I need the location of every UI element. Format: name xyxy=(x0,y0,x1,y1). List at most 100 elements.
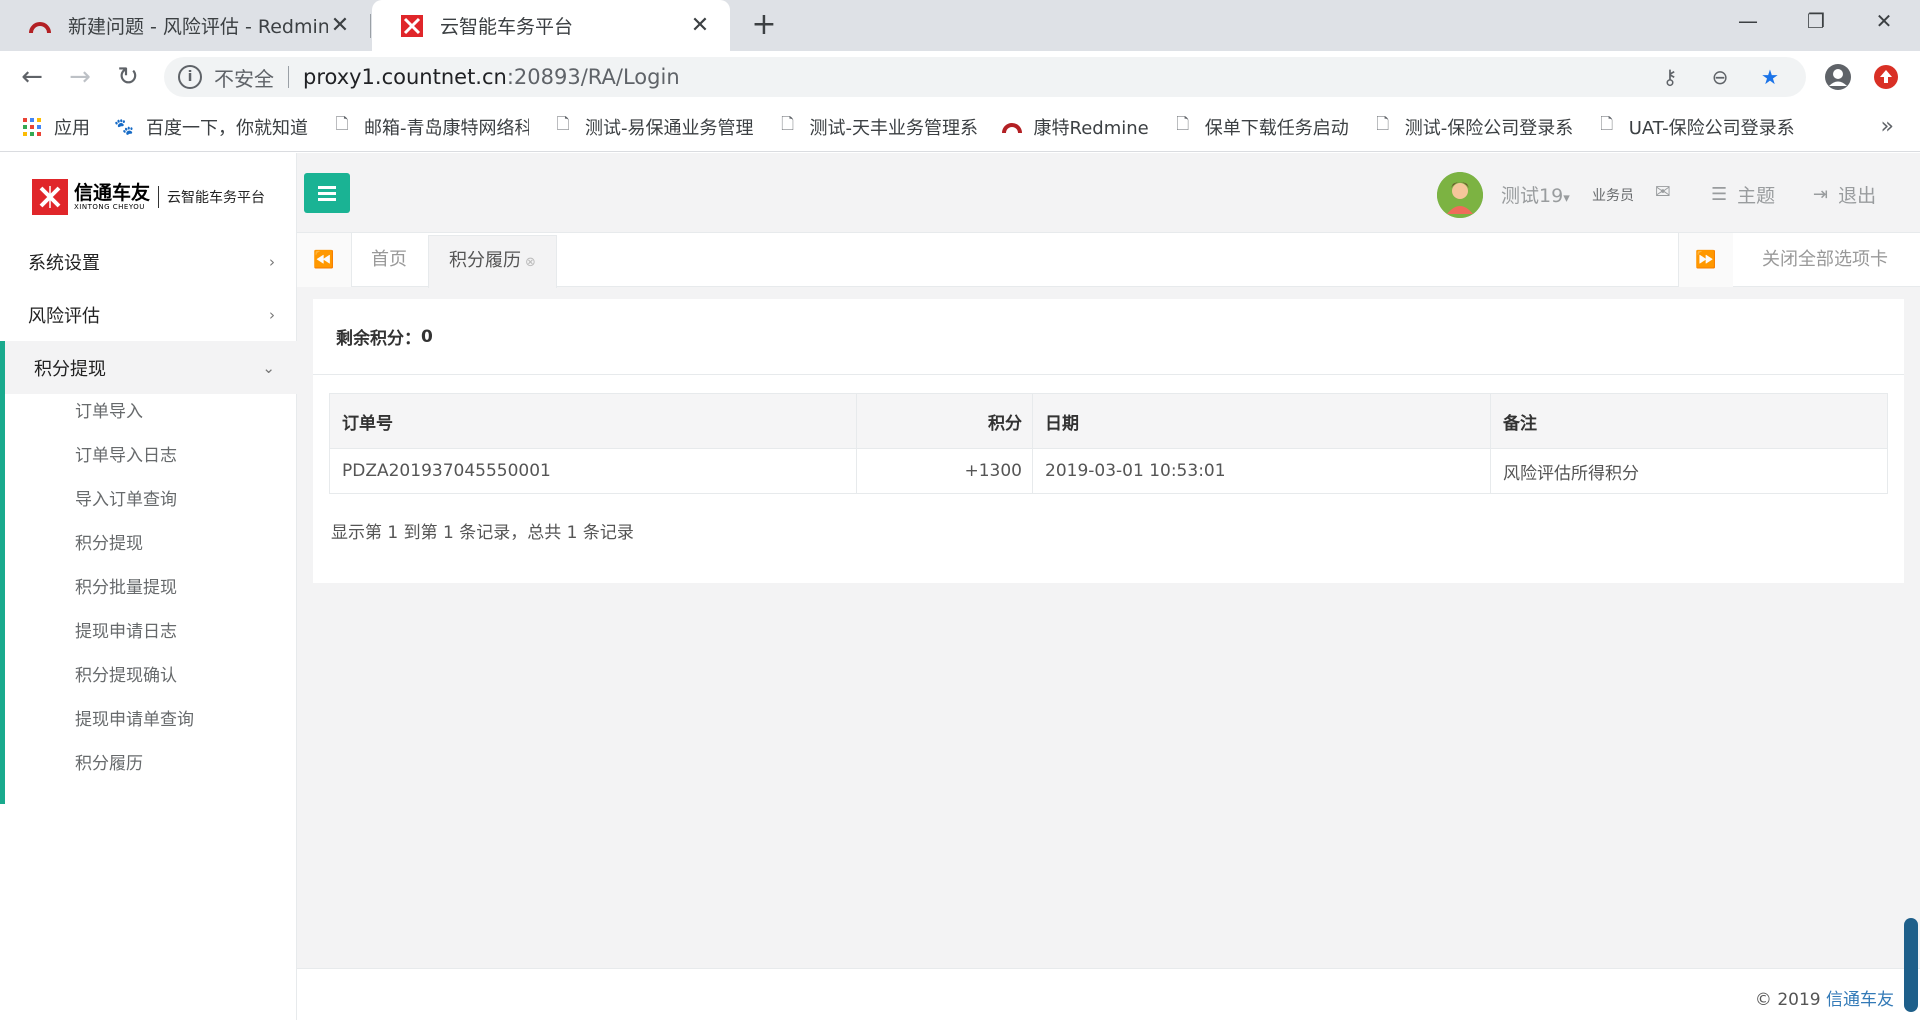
xintong-logo-icon xyxy=(400,14,424,38)
hamburger-icon xyxy=(318,186,336,201)
submenu-withdraw-confirm[interactable]: 积分提现确认 xyxy=(75,661,177,691)
bookmark-uat-insurer[interactable]: 🗋 UAT-保险公司登录系 xyxy=(1597,114,1795,140)
bookmark-label: 保单下载任务启动 xyxy=(1204,117,1349,139)
submenu-order-import-log[interactable]: 订单导入日志 xyxy=(75,441,177,471)
sidebar-item-points-withdraw[interactable]: 积分提现 ⌄ xyxy=(0,341,297,394)
redmine-icon xyxy=(28,14,52,38)
update-icon[interactable] xyxy=(1872,63,1900,91)
bookmark-label: 邮箱-青岛康特网络科 xyxy=(364,117,529,139)
close-tab-icon[interactable]: ⊗ xyxy=(525,255,536,270)
theme-label: 主题 xyxy=(1737,185,1776,207)
submenu-batch-withdraw[interactable]: 积分批量提现 xyxy=(75,573,177,603)
column-note[interactable]: 备注 xyxy=(1490,393,1888,449)
bookmark-label: UAT-保险公司登录系 xyxy=(1628,117,1795,139)
chevron-right-icon: › xyxy=(269,252,275,271)
close-tab-icon[interactable]: ✕ xyxy=(328,13,352,38)
bookmark-yibaotong[interactable]: 🗋 测试-易保通业务管理 xyxy=(553,114,754,140)
tab-points-history[interactable]: 积分履历 ⊗ xyxy=(428,235,557,288)
back-arrow-icon[interactable]: ← xyxy=(14,59,50,95)
submenu-order-import[interactable]: 订单导入 xyxy=(75,397,143,427)
chevron-right-icon: › xyxy=(269,305,275,324)
bookmarks-more-icon[interactable]: » xyxy=(1881,114,1894,139)
bookmark-label: 应用 xyxy=(54,117,90,139)
forward-arrow-icon[interactable]: → xyxy=(62,59,98,95)
xintong-logo-icon xyxy=(32,179,68,215)
info-icon[interactable]: i xyxy=(178,65,202,89)
user-menu[interactable]: 测试19▾ xyxy=(1501,181,1570,208)
table-row[interactable]: PDZA201937045550001 +1300 2019-03-01 10:… xyxy=(329,448,1888,494)
baidu-paw-icon: 🐾 xyxy=(114,117,134,136)
restore-button[interactable]: ❐ xyxy=(1784,0,1848,42)
bookmark-test-insurer[interactable]: 🗋 测试-保险公司登录系 xyxy=(1373,114,1573,140)
logo-brand-en: XINTONG CHEYOU xyxy=(74,203,145,211)
tab-title: 新建问题 - 风险评估 - Redmine xyxy=(68,16,328,38)
bookmark-policy-download[interactable]: 🗋 保单下载任务启动 xyxy=(1173,114,1349,140)
menu-toggle-button[interactable] xyxy=(304,173,350,213)
bookmark-tianfeng[interactable]: 🗋 测试-天丰业务管理系 xyxy=(778,114,977,140)
page-icon: 🗋 xyxy=(1176,114,1190,133)
balance-value: 0 xyxy=(421,326,433,347)
pagination-info: 显示第 1 到第 1 条记录，总共 1 条记录 xyxy=(331,523,634,543)
bookmark-baidu[interactable]: 🐾 百度一下，你就知道 xyxy=(114,114,308,140)
submenu-withdraw-query[interactable]: 提现申请单查询 xyxy=(75,705,194,735)
chevron-down-icon: ⌄ xyxy=(262,358,275,377)
column-date[interactable]: 日期 xyxy=(1032,393,1491,449)
mail-icon[interactable]: ✉ xyxy=(1655,181,1671,203)
reload-icon[interactable]: ↻ xyxy=(110,59,146,95)
column-order-no[interactable]: 订单号 xyxy=(329,393,857,449)
new-tab-button[interactable]: + xyxy=(748,9,780,41)
bookmark-label: 测试-保险公司登录系 xyxy=(1404,117,1573,139)
submenu-points-withdraw[interactable]: 积分提现 xyxy=(75,529,143,559)
footer-link[interactable]: 信通车友 xyxy=(1826,990,1894,1010)
browser-tab-redmine[interactable]: 新建问题 - 风险评估 - Redmine ✕ xyxy=(0,0,370,51)
bookmark-apps[interactable]: 应用 xyxy=(22,114,90,140)
tab-home[interactable]: 首页 xyxy=(371,233,407,287)
logo-divider xyxy=(158,186,160,208)
page-icon: 🗋 xyxy=(781,114,794,133)
browser-tab-platform[interactable]: 云智能车务平台 ✕ xyxy=(372,0,730,51)
page-icon: 🗋 xyxy=(1376,114,1390,133)
tab-title: 云智能车务平台 xyxy=(440,16,574,38)
close-all-tabs-button[interactable]: 关闭全部选项卡 xyxy=(1762,233,1888,287)
sidebar-item-system-settings[interactable]: 系统设置 › xyxy=(0,235,297,288)
tabs-scroll-left-icon[interactable]: ⏪ xyxy=(297,233,352,287)
balance-label: 剩余积分： xyxy=(336,329,421,349)
minimize-button[interactable]: — xyxy=(1716,0,1780,42)
close-tab-icon[interactable]: ✕ xyxy=(688,13,712,38)
sidebar-item-label: 系统设置 xyxy=(28,252,100,274)
tabs-scroll-right-icon[interactable]: ⏩ xyxy=(1678,233,1733,287)
close-window-button[interactable]: ✕ xyxy=(1852,0,1916,42)
page-icon: 🗋 xyxy=(335,114,349,133)
sidebar-submenu: 订单导入 订单导入日志 导入订单查询 积分提现 积分批量提现 提现申请日志 积分… xyxy=(0,394,297,804)
security-label: 不安全 xyxy=(214,66,274,91)
submenu-withdraw-log[interactable]: 提现申请日志 xyxy=(75,617,177,647)
submenu-points-history[interactable]: 积分履历 xyxy=(75,749,143,779)
page-icon: 🗋 xyxy=(556,114,570,133)
cell-order-no: PDZA201937045550001 xyxy=(329,448,857,494)
user-name: 测试19 xyxy=(1501,185,1564,207)
bookmark-label: 百度一下，你就知道 xyxy=(146,117,308,139)
bookmark-label: 测试-易保通业务管理 xyxy=(585,117,754,139)
column-points[interactable]: 积分 xyxy=(856,393,1033,449)
sidebar-item-risk-assessment[interactable]: 风险评估 › xyxy=(0,288,297,341)
footer: © 2019 信通车友 xyxy=(297,968,1920,1020)
bookmark-redmine[interactable]: 康特Redmine xyxy=(1001,114,1149,140)
avatar[interactable] xyxy=(1437,172,1483,218)
zoom-icon[interactable]: ⊖ xyxy=(1708,65,1732,89)
logo-subtitle: 云智能车务平台 xyxy=(167,190,266,206)
points-table: 订单号 积分 日期 备注 PDZA201937045550001 +1300 2… xyxy=(329,393,1888,494)
thermometer-widget-icon[interactable] xyxy=(1904,918,1918,1012)
url-host: proxy1.countnet.cn xyxy=(303,65,507,89)
bookmark-label: 康特Redmine xyxy=(1033,117,1149,139)
copyright: © 2019 信通车友 xyxy=(1755,985,1894,1010)
theme-button[interactable]: ☰ 主题 xyxy=(1711,181,1775,208)
cell-date: 2019-03-01 10:53:01 xyxy=(1032,448,1491,494)
bookmark-mail[interactable]: 🗋 邮箱-青岛康特网络科 xyxy=(332,114,529,140)
star-icon[interactable]: ★ xyxy=(1758,65,1782,89)
submenu-imported-order-query[interactable]: 导入订单查询 xyxy=(75,485,177,515)
address-bar[interactable]: i 不安全 proxy1.countnet.cn:20893/RA/Login … xyxy=(164,57,1806,97)
caret-down-icon: ▾ xyxy=(1563,191,1570,206)
logout-button[interactable]: ⇥ 退出 xyxy=(1813,181,1876,208)
profile-icon[interactable] xyxy=(1824,63,1852,91)
key-icon[interactable]: ⚷ xyxy=(1658,65,1682,89)
